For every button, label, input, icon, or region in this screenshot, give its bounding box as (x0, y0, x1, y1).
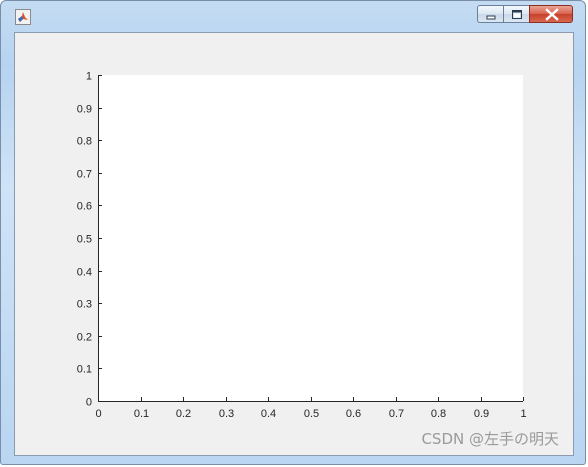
x-tick-label: 0.2 (176, 408, 191, 420)
watermark-text: CSDN @左手の明天 (421, 430, 559, 448)
y-tick-label: 0.5 (77, 234, 92, 246)
minimize-button[interactable] (477, 5, 503, 23)
x-tick-label: 0.7 (389, 408, 404, 420)
x-tick-label: 0 (95, 408, 101, 420)
matlab-icon[interactable] (15, 9, 31, 25)
window-controls (477, 5, 573, 23)
maximize-button[interactable] (503, 5, 529, 23)
close-icon (545, 8, 559, 21)
close-button[interactable] (529, 5, 573, 23)
y-tick-label: 0.8 (77, 136, 92, 148)
y-tick-label: 0.1 (77, 364, 92, 376)
figure-canvas: 0 0.1 0.2 0.3 0.4 0.5 0.6 0.7 0.8 0.9 1 0 0.1 0.2 0.3 0… (14, 32, 574, 456)
x-tick-label: 0.5 (304, 408, 319, 420)
y-tick-label: 0.2 (77, 332, 92, 344)
plot-area (98, 75, 523, 401)
x-tick-label: 0.1 (134, 408, 149, 420)
maximize-icon (512, 10, 522, 19)
figure-window: 0 0.1 0.2 0.3 0.4 0.5 0.6 0.7 0.8 0.9 1 0 0.1 0.2 0.3 0… (0, 0, 586, 465)
x-tick-label: 0.4 (261, 408, 276, 420)
x-tick-label: 0.3 (219, 408, 234, 420)
x-tick-label: 1 (520, 408, 526, 420)
x-tick-label: 0.9 (474, 408, 489, 420)
axes[interactable]: 0 0.1 0.2 0.3 0.4 0.5 0.6 0.7 0.8 0.9 1 0 0.1 0.2 0.3 0… (15, 33, 573, 455)
y-tick-label: 0.9 (77, 104, 92, 116)
minimize-icon (486, 15, 496, 20)
x-tick-label: 0.6 (346, 408, 361, 420)
y-tick-label: 0.6 (77, 201, 92, 213)
y-tick-label: 0 (86, 397, 92, 409)
y-tick-label: 0.7 (77, 169, 92, 181)
y-tick-label: 0.3 (77, 299, 92, 311)
title-bar[interactable] (1, 1, 585, 31)
y-tick-label: 1 (86, 71, 92, 83)
y-tick-label: 0.4 (77, 267, 92, 279)
x-tick-label: 0.8 (431, 408, 446, 420)
